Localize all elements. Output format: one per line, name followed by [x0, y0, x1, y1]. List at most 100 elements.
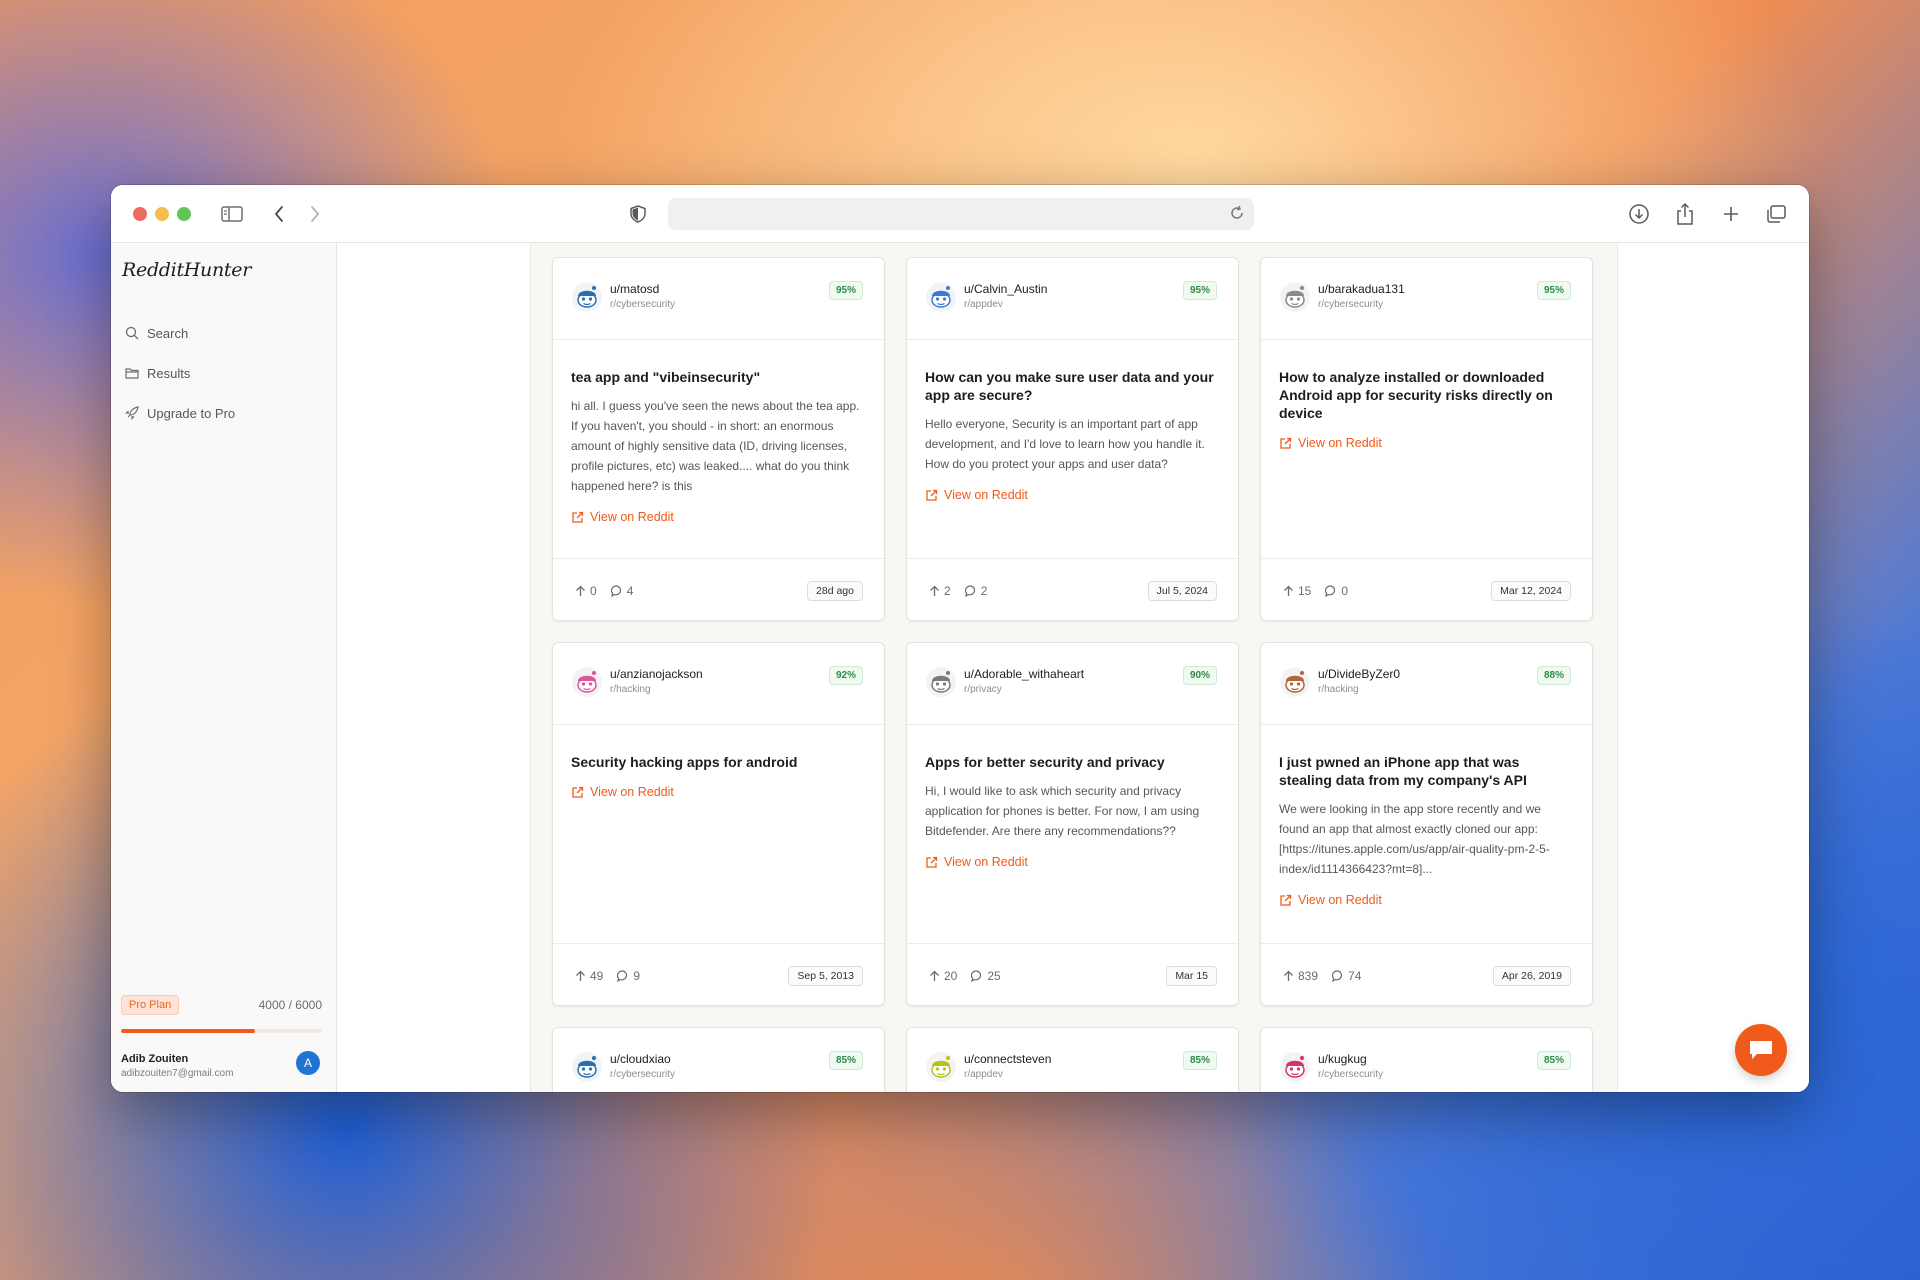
card-username[interactable]: u/matosd	[610, 282, 659, 296]
card-username[interactable]: u/Adorable_withaheart	[964, 667, 1084, 681]
view-on-reddit-link[interactable]: View on Reddit	[571, 785, 866, 799]
comment-icon	[971, 970, 982, 982]
post-excerpt: Hello everyone, Security is an important…	[925, 417, 1205, 471]
post-date-badge: Mar 12, 2024	[1491, 581, 1571, 601]
external-link-icon	[926, 856, 938, 868]
sidebar-nav: Search Results Upgrade to Pro	[125, 313, 235, 433]
relevance-score-badge: 85%	[1536, 1051, 1571, 1070]
rocket-icon	[125, 406, 139, 420]
result-card[interactable]: u/Adorable_withaheart r/privacy 90% Apps fo…	[906, 642, 1239, 1006]
folder-icon	[125, 368, 139, 379]
upvote-count: 20	[929, 969, 957, 983]
sidebar-item-search[interactable]: Search	[125, 313, 235, 353]
downloads-icon[interactable]	[1625, 201, 1653, 227]
result-card[interactable]: u/DivideByZer0 r/hacking 88% I just pwned a…	[1260, 642, 1593, 1006]
card-username[interactable]: u/Calvin_Austin	[964, 282, 1047, 296]
comment-count: 2	[964, 584, 987, 598]
comment-icon	[1325, 585, 1336, 597]
upvote-value: 0	[590, 584, 597, 598]
comment-value: 4	[626, 584, 634, 598]
card-username[interactable]: u/kugkug	[1318, 1052, 1367, 1066]
forward-arrow-icon[interactable]	[301, 201, 329, 227]
card-body: tea app and "vibeinsecurity" hi all. I gu…	[571, 368, 866, 524]
reddit-avatar-icon	[1280, 667, 1310, 697]
view-on-reddit-link[interactable]: View on Reddit	[925, 488, 1220, 502]
result-card[interactable]: u/kugkug r/cybersecurity 85%	[1260, 1027, 1593, 1092]
card-subreddit: r/hacking	[1318, 684, 1359, 695]
external-link-icon	[572, 511, 584, 523]
main-content: u/matosd r/cybersecurity 95% tea app and "v…	[337, 243, 1809, 1092]
chat-button[interactable]	[1735, 1024, 1787, 1076]
post-stats: 04	[575, 584, 633, 598]
result-card[interactable]: u/cloudxiao r/cybersecurity 85%	[552, 1027, 885, 1092]
card-footer: 49 9 Sep 5, 2013	[553, 943, 884, 1005]
post-title: I just pwned an iPhone app that was stea…	[1279, 754, 1527, 788]
user-profile[interactable]: Adib Zouiten adibzouiten7@gmail.com A	[121, 1051, 322, 1079]
result-card[interactable]: u/Calvin_Austin r/appdev 95% How can you ma…	[906, 257, 1239, 621]
address-bar[interactable]	[668, 198, 1254, 230]
upvote-icon	[576, 970, 585, 981]
card-header: u/cloudxiao r/cybersecurity 85%	[553, 1028, 884, 1092]
relevance-score-badge: 92%	[828, 666, 863, 685]
app-logo[interactable]: RedditHunter	[122, 259, 251, 281]
post-excerpt: hi all. I guess you've seen the news abo…	[571, 399, 860, 493]
upvote-value: 839	[1298, 969, 1319, 983]
privacy-shield-icon[interactable]	[624, 201, 652, 227]
view-on-reddit-label: View on Reddit	[944, 855, 1028, 869]
comment-value: 0	[1341, 584, 1349, 598]
result-card[interactable]: u/connectsteven r/appdev 85%	[906, 1027, 1239, 1092]
card-username[interactable]: u/barakadua131	[1318, 282, 1405, 296]
card-username[interactable]: u/cloudxiao	[610, 1052, 671, 1066]
post-date-badge: Jul 5, 2024	[1147, 581, 1217, 601]
results-grid: u/matosd r/cybersecurity 95% tea app and "v…	[552, 257, 1593, 1092]
card-header: u/anzianojackson r/hacking 92%	[553, 643, 884, 725]
upvote-icon	[1284, 970, 1293, 981]
comment-count: 4	[610, 584, 634, 598]
comment-count: 74	[1332, 969, 1361, 983]
new-tab-icon[interactable]	[1717, 201, 1745, 227]
post-stats: 839 74	[1283, 969, 1361, 983]
reddit-avatar-icon	[926, 282, 956, 312]
card-header: u/barakadua131 r/cybersecurity 95%	[1261, 258, 1592, 340]
comment-count: 25	[971, 969, 1001, 983]
view-on-reddit-link[interactable]: View on Reddit	[571, 510, 866, 524]
card-username[interactable]: u/DivideByZer0	[1318, 667, 1400, 681]
tab-overview-icon[interactable]	[1762, 201, 1790, 227]
view-on-reddit-label: View on Reddit	[590, 510, 674, 524]
upvote-icon	[1284, 585, 1293, 596]
post-stats: 49 9	[575, 969, 640, 983]
card-username[interactable]: u/connectsteven	[964, 1052, 1051, 1066]
card-username[interactable]: u/anzianojackson	[610, 667, 703, 681]
reddit-avatar-icon	[1280, 282, 1310, 312]
view-on-reddit-link[interactable]: View on Reddit	[1279, 436, 1574, 450]
chat-bubble-icon	[1750, 1041, 1772, 1059]
card-body: Security hacking apps for android View on…	[571, 753, 866, 799]
result-card[interactable]: u/barakadua131 r/cybersecurity 95% How to a…	[1260, 257, 1593, 621]
avatar[interactable]: A	[296, 1051, 320, 1075]
upvote-count: 839	[1283, 969, 1318, 983]
sidebar-item-results[interactable]: Results	[125, 353, 235, 393]
zoom-window-button[interactable]	[177, 207, 191, 221]
view-on-reddit-link[interactable]: View on Reddit	[1279, 893, 1574, 907]
sidebar-toggle-icon[interactable]	[218, 201, 246, 227]
view-on-reddit-label: View on Reddit	[1298, 436, 1382, 450]
view-on-reddit-link[interactable]: View on Reddit	[925, 855, 1220, 869]
reload-icon[interactable]	[1226, 202, 1248, 229]
upvote-value: 15	[1298, 584, 1312, 598]
result-card[interactable]: u/anzianojackson r/hacking 92% Security hac…	[552, 642, 885, 1006]
comment-count: 0	[1325, 584, 1348, 598]
view-on-reddit-label: View on Reddit	[944, 488, 1028, 502]
back-arrow-icon[interactable]	[265, 201, 293, 227]
comment-icon	[1332, 970, 1343, 982]
card-body: How to analyze installed or downloaded A…	[1279, 368, 1574, 450]
share-icon[interactable]	[1671, 201, 1699, 227]
post-date-badge: 28d ago	[807, 581, 863, 601]
reddit-avatar-icon	[572, 1052, 602, 1082]
card-body: I just pwned an iPhone app that was stea…	[1279, 753, 1574, 907]
sidebar-item-upgrade[interactable]: Upgrade to Pro	[125, 393, 235, 433]
upvote-icon	[930, 585, 939, 596]
comment-value: 9	[633, 969, 641, 983]
close-window-button[interactable]	[133, 207, 147, 221]
minimize-window-button[interactable]	[155, 207, 169, 221]
result-card[interactable]: u/matosd r/cybersecurity 95% tea app and "v…	[552, 257, 885, 621]
